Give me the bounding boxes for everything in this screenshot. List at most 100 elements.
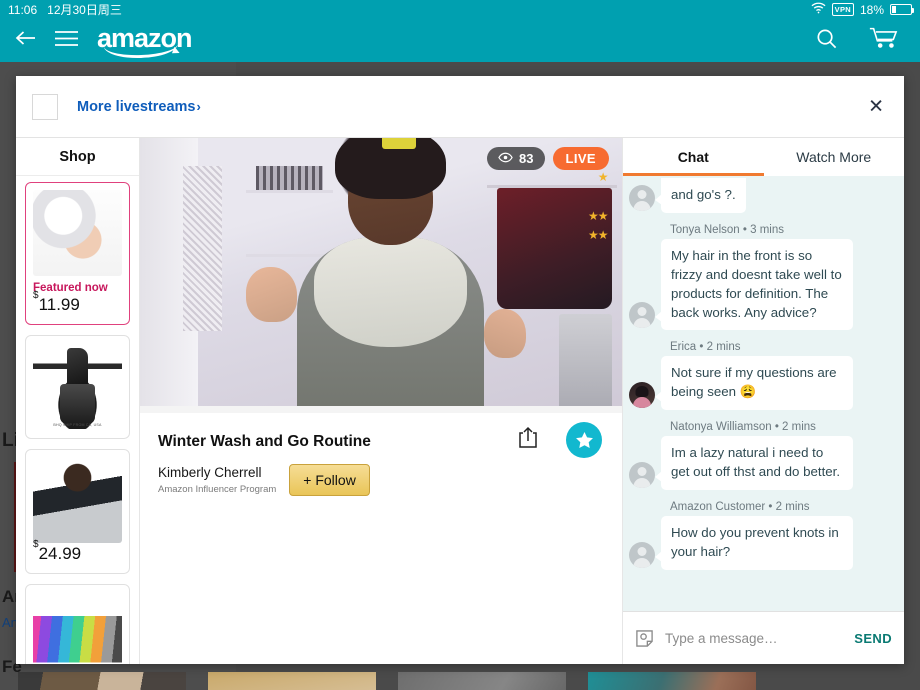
more-livestreams-link[interactable]: More livestreams›: [77, 99, 201, 115]
chat-message: Erica • 2 mins Not sure if my questions …: [629, 341, 896, 411]
chat-message-meta: Tonya Nelson • 3 mins: [670, 223, 784, 236]
status-date: 12月30日周三: [47, 3, 122, 17]
chat-message: Tonya Nelson • 3 mins My hair in the fro…: [629, 224, 896, 331]
product-image-caption: BHQ SHIP FROM CA, USA: [53, 423, 102, 427]
search-icon[interactable]: [815, 27, 838, 55]
chat-author: Tonya Nelson: [670, 223, 740, 236]
chat-message: Amazon Customer • 2 mins How do you prev…: [629, 501, 896, 570]
chat-message-text: How do you prevent knots in your hair?: [655, 515, 853, 570]
chat-message-meta: Natonya Williamson • 2 mins: [670, 421, 816, 434]
follow-button[interactable]: + Follow: [289, 464, 370, 496]
background-thumbnail: [398, 672, 566, 690]
chat-tabs: Chat Watch More: [623, 138, 904, 176]
chat-panel: Chat Watch More and go's ?. Tonya Nelson: [623, 138, 904, 664]
product-card[interactable]: BHQ SHIP FROM CA, USA: [25, 335, 130, 439]
hair-cape-product-image: [33, 457, 122, 543]
vpn-badge: VPN: [831, 3, 854, 16]
background-thumbnail-row: [0, 672, 920, 690]
back-arrow-icon[interactable]: [14, 28, 38, 53]
video-badges: 83 LIVE: [487, 147, 609, 170]
livestream-thumbnail[interactable]: [32, 93, 58, 120]
avatar: [629, 302, 655, 329]
chat-message-meta: Erica • 2 mins: [670, 341, 741, 354]
amazon-smile-icon: [103, 43, 179, 59]
modal-body: Shop Featured now $11.99 BHQ SHIP FROM C…: [16, 138, 904, 664]
product-card-featured[interactable]: Featured now $11.99: [25, 182, 130, 325]
status-bar: 11:06 12月30日周三 VPN 18%: [0, 0, 920, 19]
video-scene-hand: [483, 308, 527, 358]
chat-message-text: Not sure if my questions are being seen …: [655, 356, 853, 411]
chat-timestamp: 3 mins: [750, 223, 784, 236]
chevron-right-icon: ›: [196, 98, 201, 114]
video-scene-mesh: [183, 165, 222, 331]
battery-percent: 18%: [859, 2, 884, 17]
eye-icon: [498, 151, 513, 166]
screen-root: 11:06 12月30日周三 VPN 18% amazon Li An An F…: [0, 0, 920, 690]
currency-symbol: $: [33, 538, 39, 550]
livestream-modal: More livestreams› ✕ Shop Featured now $1…: [16, 76, 904, 664]
video-author-name[interactable]: Kimberly Cherrell: [158, 465, 276, 482]
chat-author: Erica: [670, 341, 697, 354]
product-price: $11.99: [33, 290, 122, 315]
share-icon[interactable]: [518, 426, 538, 454]
chat-author: Amazon Customer: [670, 500, 766, 513]
viewer-count: 83: [519, 151, 534, 166]
chat-timestamp: 2 mins: [782, 421, 816, 434]
video-scene-hand: [246, 267, 298, 323]
live-badge: LIVE: [552, 147, 609, 170]
video-metadata: Winter Wash and Go Routine Kimberly Cher…: [140, 413, 622, 664]
amazon-nav-bar: amazon: [0, 19, 920, 62]
background-thumbnail: [588, 672, 756, 690]
shampoo-cap-product-image: [33, 190, 122, 276]
chat-message-meta: Amazon Customer • 2 mins: [670, 500, 810, 513]
background-thumbnail: [18, 672, 186, 690]
video-scene-bottle: [559, 314, 613, 413]
shopping-cart-icon[interactable]: [868, 26, 898, 55]
hamburger-menu-icon[interactable]: [54, 29, 79, 53]
message-input[interactable]: Type a message…: [665, 631, 843, 646]
modal-header: More livestreams› ✕: [16, 76, 904, 138]
shop-product-list[interactable]: Featured now $11.99 BHQ SHIP FROM CA, US…: [16, 176, 139, 664]
avatar: [629, 382, 655, 409]
chat-author: Natonya Williamson: [670, 421, 772, 434]
tab-watch-more[interactable]: Watch More: [764, 138, 905, 176]
chat-message-list[interactable]: and go's ?. Tonya Nelson • 3 mins My hai…: [623, 176, 904, 611]
livestream-video-player[interactable]: ★★★★★★ 83 LIVE: [140, 138, 622, 413]
product-price: $24.99: [33, 539, 122, 564]
shop-sidebar: Shop Featured now $11.99 BHQ SHIP FROM C…: [16, 138, 140, 664]
price-value: 11.99: [38, 295, 80, 314]
chat-timestamp: 2 mins: [775, 500, 810, 513]
video-column: ★★★★★★ 83 LIVE: [140, 138, 623, 664]
chat-message-text: My hair in the front is so frizzy and do…: [655, 238, 853, 331]
hair-clips-product-image: [33, 592, 122, 664]
video-scene-cape: [314, 237, 467, 347]
product-card[interactable]: [25, 584, 130, 664]
viewer-count-badge: 83: [487, 147, 545, 170]
video-scene-hairbow: [382, 138, 417, 149]
send-button[interactable]: SEND: [854, 631, 892, 646]
spray-bottle-product-image: BHQ SHIP FROM CA, USA: [33, 343, 122, 429]
avatar: [629, 541, 655, 568]
video-scene-host: [246, 138, 527, 413]
video-bottom-bar: [140, 406, 622, 413]
tab-chat[interactable]: Chat: [623, 138, 764, 176]
battery-icon: [890, 4, 914, 15]
star-icon[interactable]: [566, 422, 602, 458]
chat-message-text: Im a lazy natural i need to get out off …: [655, 436, 853, 490]
avatar: [629, 461, 655, 488]
close-icon[interactable]: ✕: [868, 97, 884, 116]
amazon-logo[interactable]: amazon: [97, 24, 193, 59]
chat-message-text: and go's ?.: [655, 178, 746, 213]
currency-symbol: $: [33, 289, 39, 301]
price-value: 24.99: [38, 544, 82, 563]
featured-badge: Featured now: [33, 282, 108, 294]
chat-message: Natonya Williamson • 2 mins Im a lazy na…: [629, 421, 896, 490]
chat-message: and go's ?.: [629, 178, 896, 213]
sticker-icon[interactable]: [635, 629, 654, 648]
shop-title: Shop: [16, 138, 139, 176]
influencer-program-label: Amazon Influencer Program: [158, 483, 277, 495]
more-livestreams-label: More livestreams: [77, 98, 196, 115]
status-time: 11:06: [8, 2, 38, 17]
product-card[interactable]: $24.99: [25, 449, 130, 574]
chat-input-bar: Type a message… SEND: [623, 611, 904, 664]
